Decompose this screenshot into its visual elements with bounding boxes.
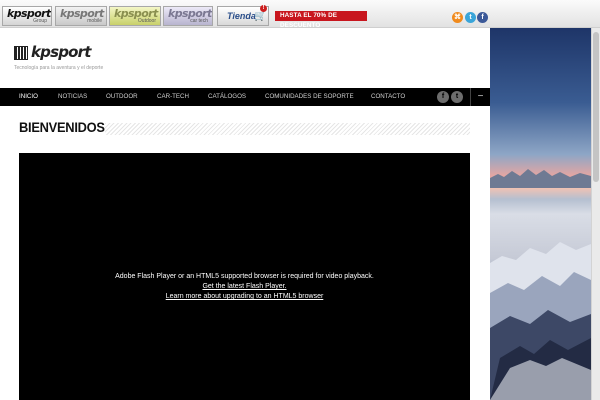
nav-item-contacto[interactable]: CONTACTO [371, 88, 405, 106]
qr-code-icon [14, 46, 28, 60]
nav-item-catalogos[interactable]: CATÁLOGOS [208, 88, 246, 106]
cart-icon: 🛒 [254, 11, 267, 22]
nav-facebook-icon[interactable]: f [437, 91, 449, 103]
rss-icon[interactable]: ⌘ [452, 12, 463, 23]
page-title: BIENVENIDOS [19, 119, 105, 135]
background-landscape-image [490, 28, 591, 400]
twitter-icon[interactable]: t [465, 12, 476, 23]
brand-tab-cartech[interactable]: kpsport car tech [163, 6, 213, 26]
nav-item-outdoor[interactable]: OUTDOOR [106, 88, 138, 106]
video-player[interactable]: Adobe Flash Player or an HTML5 supported… [19, 153, 470, 400]
logo-text: kpsport [31, 43, 91, 61]
brand-tab-outdoor[interactable]: kpsport Outdoor [109, 6, 161, 26]
shop-badge-icon: ! [260, 5, 267, 12]
nav-item-noticias[interactable]: NOTICIAS [58, 88, 87, 106]
logo-tagline: Tecnología para la aventura y el deporte [14, 65, 104, 71]
shop-label: Tienda [227, 11, 256, 21]
brand-tab-group[interactable]: kpsport Group [2, 6, 52, 26]
flash-player-link[interactable]: Get the latest Flash Player. [19, 283, 470, 290]
brand-tab-sub: mobile [87, 18, 102, 24]
main-nav: INICIO NOTICIAS OUTDOOR CAR-TECH CATÁLOG… [0, 88, 490, 106]
brand-tab-sub: car tech [190, 18, 208, 24]
brand-tab-mobile[interactable]: kpsport mobile [55, 6, 107, 26]
video-message: Adobe Flash Player or an HTML5 supported… [115, 273, 374, 280]
nav-twitter-icon[interactable]: t [451, 91, 463, 103]
html5-browser-link[interactable]: Learn more about upgrading to an HTML5 b… [19, 293, 470, 300]
scrollbar[interactable] [591, 28, 600, 400]
site-logo[interactable]: kpsport Tecnología para la aventura y el… [14, 43, 114, 74]
nav-item-car-tech[interactable]: CAR-TECH [157, 88, 189, 106]
brand-tab-sub: Outdoor [137, 18, 156, 24]
promo-banner[interactable]: HASTA EL 70% DE DESCUENTO [275, 11, 367, 29]
brand-bar: kpsport Group kpsport mobile kpsport Out… [0, 0, 600, 29]
scrollbar-thumb[interactable] [593, 32, 599, 182]
brand-tab-sub: Group [33, 18, 47, 24]
nav-item-inicio[interactable]: INICIO [19, 88, 38, 106]
page: kpsport Group kpsport mobile kpsport Out… [0, 0, 600, 400]
facebook-icon[interactable]: f [477, 12, 488, 23]
nav-item-comunidades[interactable]: COMUNIDADES DE SOPORTE [265, 88, 354, 106]
title-divider [105, 123, 470, 135]
nav-collapse-button[interactable]: − [470, 88, 490, 106]
